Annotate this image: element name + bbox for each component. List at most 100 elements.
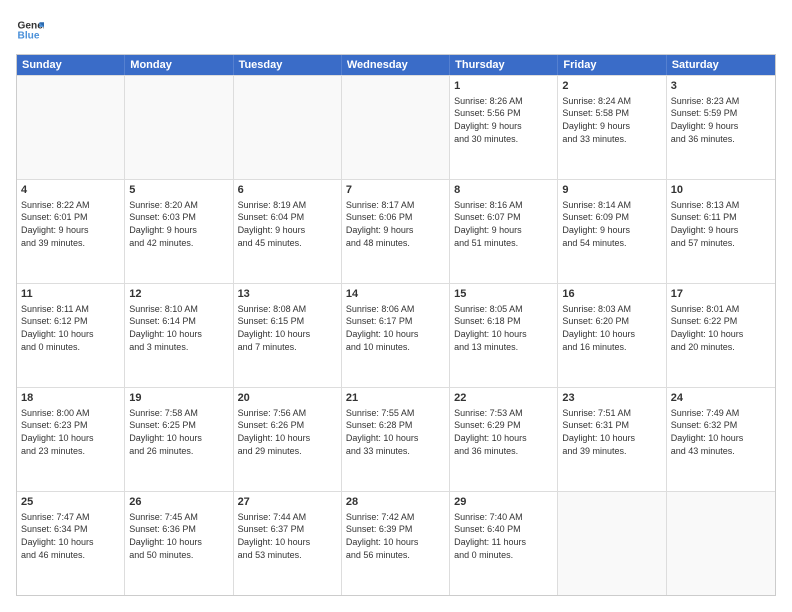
calendar-cell: 11Sunrise: 8:11 AM Sunset: 6:12 PM Dayli… [17,284,125,387]
calendar-cell [234,76,342,179]
calendar-cell: 14Sunrise: 8:06 AM Sunset: 6:17 PM Dayli… [342,284,450,387]
day-info: Sunrise: 7:42 AM Sunset: 6:39 PM Dayligh… [346,511,445,561]
svg-text:Blue: Blue [18,31,40,42]
calendar-cell: 22Sunrise: 7:53 AM Sunset: 6:29 PM Dayli… [450,388,558,491]
day-info: Sunrise: 8:16 AM Sunset: 6:07 PM Dayligh… [454,199,553,249]
calendar-cell: 20Sunrise: 7:56 AM Sunset: 6:26 PM Dayli… [234,388,342,491]
day-info: Sunrise: 8:05 AM Sunset: 6:18 PM Dayligh… [454,303,553,353]
day-info: Sunrise: 7:45 AM Sunset: 6:36 PM Dayligh… [129,511,228,561]
day-info: Sunrise: 8:20 AM Sunset: 6:03 PM Dayligh… [129,199,228,249]
calendar-cell: 26Sunrise: 7:45 AM Sunset: 6:36 PM Dayli… [125,492,233,595]
calendar-row-4: 25Sunrise: 7:47 AM Sunset: 6:34 PM Dayli… [17,491,775,595]
day-number: 8 [454,183,553,198]
calendar-cell: 3Sunrise: 8:23 AM Sunset: 5:59 PM Daylig… [667,76,775,179]
weekday-header-saturday: Saturday [667,55,775,75]
calendar-row-3: 18Sunrise: 8:00 AM Sunset: 6:23 PM Dayli… [17,387,775,491]
day-info: Sunrise: 8:17 AM Sunset: 6:06 PM Dayligh… [346,199,445,249]
weekday-header-thursday: Thursday [450,55,558,75]
calendar-cell: 8Sunrise: 8:16 AM Sunset: 6:07 PM Daylig… [450,180,558,283]
calendar-header: SundayMondayTuesdayWednesdayThursdayFrid… [17,55,775,75]
day-number: 1 [454,79,553,94]
calendar-cell: 27Sunrise: 7:44 AM Sunset: 6:37 PM Dayli… [234,492,342,595]
day-number: 4 [21,183,120,198]
day-info: Sunrise: 7:51 AM Sunset: 6:31 PM Dayligh… [562,407,661,457]
day-info: Sunrise: 8:00 AM Sunset: 6:23 PM Dayligh… [21,407,120,457]
day-number: 21 [346,391,445,406]
weekday-header-tuesday: Tuesday [234,55,342,75]
day-info: Sunrise: 8:11 AM Sunset: 6:12 PM Dayligh… [21,303,120,353]
day-info: Sunrise: 8:03 AM Sunset: 6:20 PM Dayligh… [562,303,661,353]
calendar-cell: 7Sunrise: 8:17 AM Sunset: 6:06 PM Daylig… [342,180,450,283]
day-number: 15 [454,287,553,302]
day-number: 5 [129,183,228,198]
day-number: 6 [238,183,337,198]
day-info: Sunrise: 8:24 AM Sunset: 5:58 PM Dayligh… [562,95,661,145]
day-number: 2 [562,79,661,94]
day-number: 3 [671,79,771,94]
day-info: Sunrise: 7:44 AM Sunset: 6:37 PM Dayligh… [238,511,337,561]
day-number: 28 [346,495,445,510]
logo-icon: General Blue [16,16,44,44]
day-info: Sunrise: 7:40 AM Sunset: 6:40 PM Dayligh… [454,511,553,561]
day-number: 17 [671,287,771,302]
day-info: Sunrise: 7:53 AM Sunset: 6:29 PM Dayligh… [454,407,553,457]
calendar-cell: 24Sunrise: 7:49 AM Sunset: 6:32 PM Dayli… [667,388,775,491]
day-number: 20 [238,391,337,406]
day-info: Sunrise: 8:19 AM Sunset: 6:04 PM Dayligh… [238,199,337,249]
day-info: Sunrise: 7:58 AM Sunset: 6:25 PM Dayligh… [129,407,228,457]
day-number: 26 [129,495,228,510]
calendar-cell: 12Sunrise: 8:10 AM Sunset: 6:14 PM Dayli… [125,284,233,387]
calendar-cell [667,492,775,595]
day-number: 10 [671,183,771,198]
logo: General Blue [16,16,44,44]
day-number: 29 [454,495,553,510]
calendar-cell: 16Sunrise: 8:03 AM Sunset: 6:20 PM Dayli… [558,284,666,387]
calendar-cell: 18Sunrise: 8:00 AM Sunset: 6:23 PM Dayli… [17,388,125,491]
day-number: 19 [129,391,228,406]
calendar-cell: 25Sunrise: 7:47 AM Sunset: 6:34 PM Dayli… [17,492,125,595]
calendar-cell: 23Sunrise: 7:51 AM Sunset: 6:31 PM Dayli… [558,388,666,491]
day-info: Sunrise: 8:10 AM Sunset: 6:14 PM Dayligh… [129,303,228,353]
calendar-body: 1Sunrise: 8:26 AM Sunset: 5:56 PM Daylig… [17,75,775,595]
weekday-header-wednesday: Wednesday [342,55,450,75]
calendar-cell [342,76,450,179]
day-number: 14 [346,287,445,302]
calendar-cell [125,76,233,179]
day-info: Sunrise: 8:22 AM Sunset: 6:01 PM Dayligh… [21,199,120,249]
day-number: 13 [238,287,337,302]
day-number: 22 [454,391,553,406]
day-number: 23 [562,391,661,406]
day-info: Sunrise: 8:23 AM Sunset: 5:59 PM Dayligh… [671,95,771,145]
header: General Blue [16,16,776,44]
calendar-cell: 2Sunrise: 8:24 AM Sunset: 5:58 PM Daylig… [558,76,666,179]
weekday-header-friday: Friday [558,55,666,75]
day-number: 24 [671,391,771,406]
weekday-header-sunday: Sunday [17,55,125,75]
calendar-row-1: 4Sunrise: 8:22 AM Sunset: 6:01 PM Daylig… [17,179,775,283]
calendar-cell: 28Sunrise: 7:42 AM Sunset: 6:39 PM Dayli… [342,492,450,595]
calendar-cell: 29Sunrise: 7:40 AM Sunset: 6:40 PM Dayli… [450,492,558,595]
calendar-cell: 6Sunrise: 8:19 AM Sunset: 6:04 PM Daylig… [234,180,342,283]
day-info: Sunrise: 7:56 AM Sunset: 6:26 PM Dayligh… [238,407,337,457]
day-number: 27 [238,495,337,510]
day-number: 12 [129,287,228,302]
day-info: Sunrise: 8:13 AM Sunset: 6:11 PM Dayligh… [671,199,771,249]
calendar-cell: 15Sunrise: 8:05 AM Sunset: 6:18 PM Dayli… [450,284,558,387]
calendar-cell: 1Sunrise: 8:26 AM Sunset: 5:56 PM Daylig… [450,76,558,179]
page: General Blue SundayMondayTuesdayWednesda… [0,0,792,612]
day-number: 11 [21,287,120,302]
weekday-header-monday: Monday [125,55,233,75]
day-number: 25 [21,495,120,510]
calendar-cell: 17Sunrise: 8:01 AM Sunset: 6:22 PM Dayli… [667,284,775,387]
day-info: Sunrise: 8:01 AM Sunset: 6:22 PM Dayligh… [671,303,771,353]
calendar-cell: 5Sunrise: 8:20 AM Sunset: 6:03 PM Daylig… [125,180,233,283]
calendar-cell: 21Sunrise: 7:55 AM Sunset: 6:28 PM Dayli… [342,388,450,491]
day-info: Sunrise: 7:49 AM Sunset: 6:32 PM Dayligh… [671,407,771,457]
calendar-row-0: 1Sunrise: 8:26 AM Sunset: 5:56 PM Daylig… [17,75,775,179]
day-info: Sunrise: 7:55 AM Sunset: 6:28 PM Dayligh… [346,407,445,457]
calendar-cell: 10Sunrise: 8:13 AM Sunset: 6:11 PM Dayli… [667,180,775,283]
day-number: 16 [562,287,661,302]
calendar-cell: 13Sunrise: 8:08 AM Sunset: 6:15 PM Dayli… [234,284,342,387]
calendar-cell: 4Sunrise: 8:22 AM Sunset: 6:01 PM Daylig… [17,180,125,283]
calendar-cell: 19Sunrise: 7:58 AM Sunset: 6:25 PM Dayli… [125,388,233,491]
